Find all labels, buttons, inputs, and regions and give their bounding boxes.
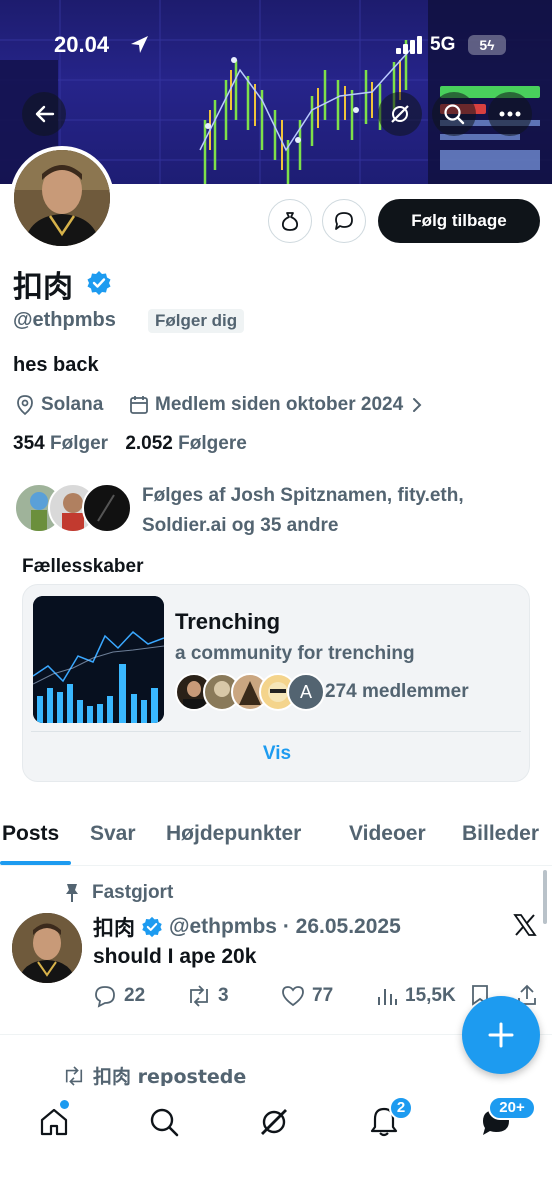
more-options-button[interactable] bbox=[488, 92, 532, 136]
home-notification-dot bbox=[60, 1100, 69, 1109]
tab-posts[interactable]: Posts bbox=[2, 822, 59, 846]
battery-indicator: 5ϟ bbox=[468, 35, 506, 55]
community-image bbox=[33, 596, 164, 723]
tab-highlights[interactable]: Højdepunkter bbox=[166, 822, 301, 846]
post-handle-date: @ethpmbs · 26.05.2025 bbox=[169, 915, 401, 938]
status-bar: 20.04 5G 5ϟ bbox=[0, 30, 552, 62]
joined-text: Medlem siden oktober 2024 bbox=[155, 394, 404, 415]
verified-badge-icon[interactable] bbox=[86, 270, 112, 296]
compose-post-button[interactable] bbox=[462, 996, 540, 1074]
profile-location: Solana bbox=[14, 392, 103, 418]
follows-you-badge: Følger dig bbox=[148, 309, 245, 333]
follow-back-button[interactable]: Følg tilbage bbox=[378, 199, 540, 243]
follower-avatar bbox=[82, 483, 132, 533]
communities-heading: Fællesskaber bbox=[22, 556, 144, 577]
pinned-indicator: Fastgjort bbox=[64, 882, 173, 904]
nav-search[interactable] bbox=[144, 1102, 184, 1142]
profile-bio: hes back bbox=[13, 354, 99, 376]
cellular-signal-icon bbox=[396, 36, 424, 59]
tab-videos[interactable]: Videoer bbox=[349, 822, 426, 846]
grok-icon bbox=[391, 105, 409, 123]
scrollbar[interactable] bbox=[543, 870, 547, 924]
grok-button[interactable] bbox=[378, 92, 422, 136]
location-arrow-icon bbox=[128, 34, 150, 61]
tab-photos[interactable]: Billeder bbox=[462, 822, 539, 846]
profile-handle: @ethpmbs bbox=[13, 309, 116, 331]
nav-grok[interactable] bbox=[254, 1102, 294, 1142]
chevron-right-icon bbox=[413, 398, 422, 412]
message-button[interactable] bbox=[322, 199, 366, 243]
more-dots-icon bbox=[499, 111, 521, 117]
community-card[interactable]: Trenching a community for trenching A 27… bbox=[22, 584, 530, 782]
follow-stats: 354 Følger 2.052 Følgere bbox=[13, 433, 247, 455]
search-icon bbox=[444, 104, 465, 125]
tab-replies[interactable]: Svar bbox=[90, 822, 136, 846]
x-logo-icon bbox=[513, 914, 537, 936]
following-link[interactable]: 354 Følger bbox=[13, 433, 108, 454]
reply-button[interactable]: 22 bbox=[93, 983, 145, 1009]
messages-badge: 20+ bbox=[488, 1096, 536, 1120]
followers-label: Følgere bbox=[178, 433, 247, 454]
community-member-count: 274 medlemmer bbox=[325, 681, 469, 702]
views-button[interactable]: 15,5K bbox=[376, 983, 456, 1009]
post-text: should I ape 20k bbox=[93, 945, 257, 968]
reply-count: 22 bbox=[124, 985, 146, 1006]
community-members: A 274 medlemmer bbox=[175, 673, 515, 713]
divider bbox=[31, 731, 521, 732]
like-count: 77 bbox=[312, 985, 334, 1006]
views-chart-icon bbox=[378, 989, 397, 1005]
profile-avatar[interactable] bbox=[10, 146, 114, 250]
status-time: 20.04 bbox=[54, 32, 110, 57]
pinned-label: Fastgjort bbox=[92, 882, 174, 903]
network-type: 5G bbox=[430, 34, 456, 55]
location-text: Solana bbox=[41, 394, 104, 415]
following-count: 354 bbox=[13, 433, 45, 454]
followed-by-avatars[interactable] bbox=[14, 483, 132, 533]
followed-by-text[interactable]: Følges af Josh Spitznamen, fity.eth, Sol… bbox=[142, 481, 522, 541]
following-label: Følger bbox=[49, 433, 109, 454]
repost-icon bbox=[65, 1065, 83, 1086]
member-avatar-initial: A bbox=[287, 673, 325, 711]
community-description: a community for trenching bbox=[175, 643, 415, 664]
notifications-badge: 2 bbox=[389, 1096, 413, 1120]
followers-count: 2.052 bbox=[125, 433, 173, 454]
followers-link[interactable]: 2.052 Følgere bbox=[125, 433, 246, 454]
chat-bubble-icon bbox=[335, 212, 353, 230]
money-bag-icon bbox=[281, 212, 299, 231]
grok-icon bbox=[261, 1109, 287, 1135]
repost-label: 扣肉 repostede bbox=[93, 1066, 247, 1088]
bottom-navigation: 2 20+ bbox=[0, 1086, 552, 1200]
post-header: 扣肉 @ethpmbs · 26.05.2025 bbox=[93, 912, 401, 942]
community-name: Trenching bbox=[175, 609, 281, 634]
repost-icon bbox=[190, 985, 208, 1007]
active-tab-indicator bbox=[0, 861, 71, 865]
plus-icon bbox=[488, 1022, 514, 1048]
repost-count: 3 bbox=[218, 985, 229, 1006]
verified-badge-icon bbox=[142, 916, 162, 938]
repost-indicator: 扣肉 repostede bbox=[62, 1062, 246, 1089]
back-button[interactable] bbox=[22, 92, 66, 136]
profile-tabs: Posts Svar Højdepunkter Videoer Billeder bbox=[0, 812, 552, 866]
calendar-icon bbox=[130, 396, 148, 414]
home-icon bbox=[40, 1108, 68, 1136]
back-arrow-icon bbox=[35, 105, 55, 123]
tip-jar-button[interactable] bbox=[268, 199, 312, 243]
reply-icon bbox=[95, 986, 115, 1008]
nav-home[interactable] bbox=[34, 1102, 74, 1142]
like-button[interactable]: 77 bbox=[281, 983, 333, 1009]
repost-button[interactable]: 3 bbox=[186, 983, 229, 1009]
profile-joined[interactable]: Medlem siden oktober 2024 bbox=[128, 392, 423, 418]
community-view-button[interactable]: Vis bbox=[23, 743, 531, 765]
pin-icon bbox=[66, 884, 78, 902]
avatar-portrait bbox=[14, 150, 110, 246]
heart-icon bbox=[282, 986, 304, 1007]
search-icon bbox=[150, 1108, 179, 1137]
profile-display-name: 扣肉 bbox=[13, 270, 73, 305]
view-count: 15,5K bbox=[405, 985, 456, 1006]
location-pin-icon bbox=[17, 395, 33, 416]
search-profile-button[interactable] bbox=[432, 92, 476, 136]
post-author-name[interactable]: 扣肉 bbox=[93, 912, 135, 942]
post-author-avatar[interactable] bbox=[12, 913, 82, 983]
